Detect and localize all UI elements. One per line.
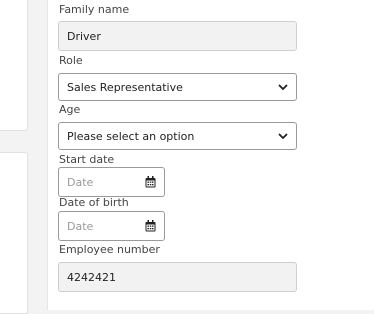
family-name-value: Driver xyxy=(67,29,101,43)
employee-number-field[interactable]: 4242421 xyxy=(58,262,297,292)
family-name-field[interactable]: Driver xyxy=(58,21,297,51)
age-select[interactable]: Please select an option xyxy=(58,122,297,150)
date-of-birth-label: Date of birth xyxy=(59,196,129,209)
role-selected-value: Sales Representative xyxy=(67,80,183,94)
chevron-down-icon xyxy=(278,132,288,139)
employee-number-label: Employee number xyxy=(59,243,160,256)
start-date-placeholder: Date xyxy=(67,175,94,189)
date-of-birth-input[interactable]: Date xyxy=(58,211,165,241)
calendar-icon[interactable] xyxy=(145,176,156,188)
start-date-label: Start date xyxy=(59,153,115,166)
family-name-label: Family name xyxy=(59,3,130,16)
start-date-input[interactable]: Date xyxy=(58,167,165,197)
left-card-top xyxy=(0,0,28,131)
employee-number-value: 4242421 xyxy=(67,270,116,284)
age-label: Age xyxy=(59,103,81,116)
calendar-icon[interactable] xyxy=(145,220,156,232)
age-selected-value: Please select an option xyxy=(67,129,195,143)
date-of-birth-placeholder: Date xyxy=(67,219,94,233)
role-label: Role xyxy=(59,54,83,67)
left-card-bottom xyxy=(0,152,28,314)
role-select[interactable]: Sales Representative xyxy=(58,73,297,101)
chevron-down-icon xyxy=(278,83,288,90)
